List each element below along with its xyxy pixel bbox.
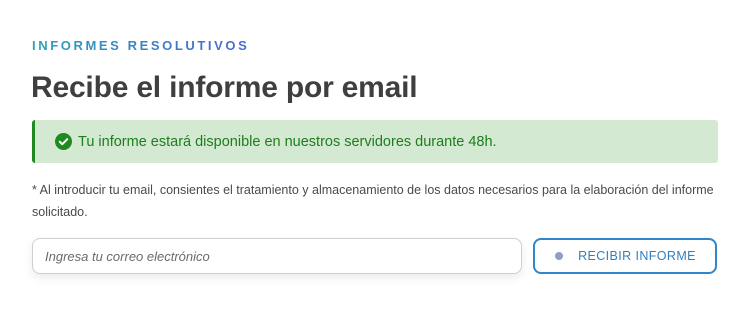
receive-report-button[interactable]: RECIBIR INFORME [533, 238, 717, 274]
report-email-card: INFORMES RESOLUTIVOS Recibe el informe p… [0, 0, 747, 330]
consent-disclaimer: * Al introducir tu email, consientes el … [32, 183, 714, 219]
alert-message: Tu informe estará disponible en nuestros… [78, 133, 497, 150]
section-eyebrow: INFORMES RESOLUTIVOS [32, 38, 250, 53]
email-input[interactable] [32, 238, 522, 274]
page-title: Recibe el informe por email [31, 71, 418, 104]
check-circle-icon [55, 133, 72, 150]
success-alert: Tu informe estará disponible en nuestros… [32, 120, 718, 163]
dot-icon [555, 252, 564, 260]
receive-report-label: RECIBIR INFORME [578, 249, 696, 263]
